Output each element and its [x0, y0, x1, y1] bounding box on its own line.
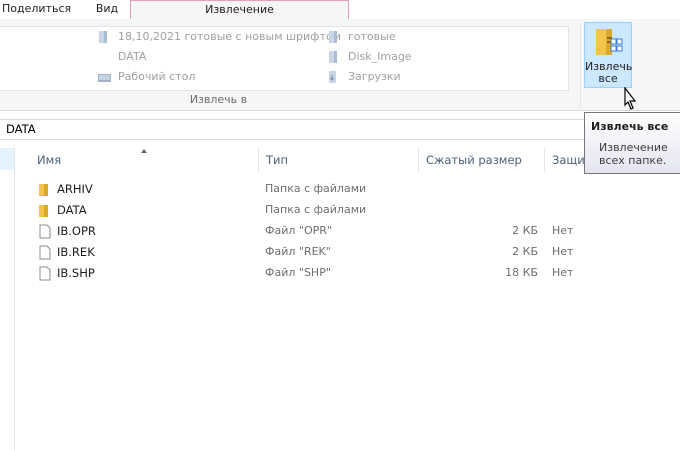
column-header-type[interactable]: Тип: [259, 148, 419, 172]
extract-all-button[interactable]: Извлечь все: [584, 22, 632, 88]
destination-label: Загрузки: [348, 70, 401, 83]
file-type: Папка с файлами: [265, 182, 367, 195]
folder-icon: [329, 51, 337, 63]
tab-view[interactable]: Вид: [84, 0, 130, 19]
destination-label: готовые: [348, 30, 396, 43]
mouse-cursor-icon: [624, 87, 637, 110]
extract-all-label: Извлечь все: [585, 61, 632, 85]
file-row[interactable]: IB.OPR Файл "OPR" 2 КБ Нет: [30, 221, 680, 242]
tab-share[interactable]: Поделиться: [0, 0, 71, 19]
file-type: Файл "SHP": [265, 266, 331, 279]
folder-icon: [39, 184, 48, 196]
extract-all-icon: [596, 29, 623, 55]
file-name: IB.REK: [57, 245, 95, 259]
file-type: Файл "REK": [265, 245, 331, 258]
desktop-icon: [98, 74, 111, 82]
file-icon: [39, 266, 51, 281]
extract-to-gallery: 18,10,2021 готовые с новым шрифтом DATA …: [0, 26, 569, 91]
address-bar[interactable]: DATA: [0, 119, 680, 140]
file-icon: [39, 245, 51, 260]
folder-icon: [39, 205, 48, 217]
ribbon-tab-bar: Поделиться Вид Извлечение: [0, 0, 680, 21]
tab-extract[interactable]: Извлечение: [130, 0, 349, 21]
file-row[interactable]: IB.REK Файл "REK" 2 КБ Нет: [30, 242, 680, 263]
file-name: IB.OPR: [57, 224, 96, 238]
folder-icon: [99, 31, 107, 43]
file-type: Файл "OPR": [265, 224, 332, 237]
tooltip-title: Извлечь все: [591, 120, 669, 133]
file-protected: Нет: [552, 266, 574, 279]
file-size: 18 КБ: [505, 266, 538, 279]
ribbon-separator: [580, 23, 581, 107]
file-size: 2 КБ: [512, 245, 538, 258]
file-name: DATA: [57, 203, 87, 217]
extract-all-tooltip: Извлечь все Извлечение всех папке.: [584, 112, 680, 174]
folder-icon: [329, 31, 337, 43]
destination-label: Рабочий стол: [118, 70, 196, 83]
address-path: DATA: [6, 122, 36, 136]
file-icon: [39, 224, 51, 239]
navigation-pane-selected: [0, 148, 14, 170]
file-row[interactable]: DATA Папка с файлами: [30, 200, 680, 221]
column-header-compressed-size[interactable]: Сжатый размер: [419, 148, 545, 172]
file-protected: Нет: [552, 224, 574, 237]
group-label-extract-to: Извлечь в: [189, 93, 248, 106]
file-name: ARHIV: [57, 182, 93, 196]
sort-ascending-icon: [141, 149, 147, 153]
destination-label: Disk_Image: [348, 50, 412, 63]
file-row[interactable]: IB.SHP Файл "SHP" 18 КБ Нет: [30, 263, 680, 284]
file-protected: Нет: [552, 245, 574, 258]
destination-label: 18,10,2021 готовые с новым шрифтом: [118, 30, 342, 43]
file-type: Папка с файлами: [265, 203, 367, 216]
destination-label: DATA: [118, 50, 147, 63]
tooltip-body: Извлечение всех папке.: [599, 141, 668, 167]
navigation-pane[interactable]: [0, 148, 15, 450]
ribbon: 18,10,2021 готовые с новым шрифтом DATA …: [0, 19, 680, 111]
extract-all-label-line2: все: [598, 72, 618, 85]
downloads-icon: [329, 71, 336, 83]
file-size: 2 КБ: [512, 224, 538, 237]
file-name: IB.SHP: [57, 266, 95, 280]
file-row[interactable]: ARHIV Папка с файлами: [30, 179, 680, 200]
